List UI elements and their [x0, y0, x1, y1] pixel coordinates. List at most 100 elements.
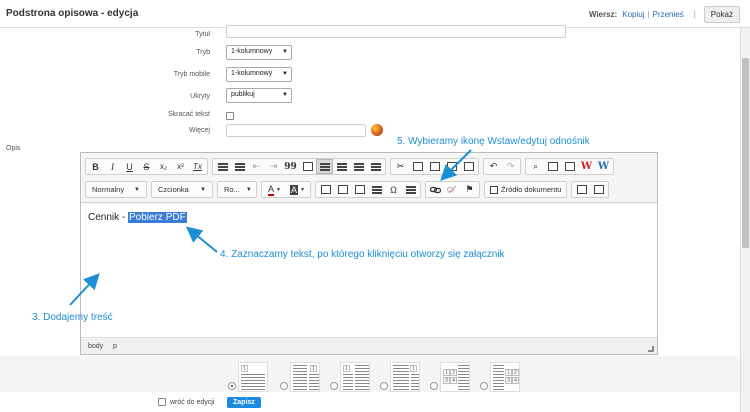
link-separator: | — [647, 10, 650, 19]
bulleted-list-icon[interactable] — [231, 159, 248, 174]
source-group: Źródło dokumentu — [484, 181, 568, 198]
blockquote-button[interactable]: 99 — [282, 159, 299, 174]
path-body[interactable]: body — [88, 343, 103, 350]
globe-icon[interactable] — [371, 124, 383, 136]
text-color-glyph: A — [268, 183, 275, 196]
layout-option-6[interactable]: 1 2 3 4 — [480, 362, 520, 392]
layout-num: 2 — [450, 369, 457, 376]
layout-option-3[interactable]: 1 — [330, 362, 370, 392]
path-p[interactable]: p — [113, 343, 117, 350]
word-blue-icon[interactable]: W — [595, 159, 612, 174]
form-footer: wróć do edycji Zapisz — [0, 394, 740, 412]
page-break-icon[interactable] — [402, 182, 419, 197]
layout-radio-6[interactable] — [480, 382, 488, 390]
undo-icon[interactable]: ↶ — [485, 159, 502, 174]
paste-icon[interactable] — [426, 159, 443, 174]
word-blue-glyph: W — [597, 161, 610, 172]
format-combo[interactable]: Normalny ▼ — [85, 181, 147, 198]
horizontal-rule-icon[interactable] — [368, 182, 385, 197]
replace-icon[interactable] — [544, 159, 561, 174]
templates-icon[interactable] — [590, 182, 607, 197]
flash-icon[interactable] — [334, 182, 351, 197]
align-center-icon[interactable] — [333, 159, 350, 174]
layout-option-1[interactable]: 1 — [228, 362, 268, 392]
align-left-icon[interactable] — [316, 159, 333, 174]
bold-button[interactable]: B — [87, 159, 104, 174]
back-to-edit-label: wróć do edycji — [170, 399, 215, 406]
layout-thumb-6[interactable]: 1 2 3 4 — [490, 362, 520, 392]
font-combo[interactable]: Czcionka ▼ — [151, 181, 213, 198]
shorten-checkbox[interactable] — [226, 112, 234, 120]
word-red-icon[interactable]: W — [578, 159, 595, 174]
mode-select[interactable]: 1-kolumnowy ▼ — [226, 45, 292, 60]
bg-color-button[interactable]: A ▼ — [286, 182, 309, 197]
italic-button[interactable]: I — [104, 159, 121, 174]
layout-thumb-3[interactable]: 1 — [340, 362, 370, 392]
scrollbar-thumb[interactable] — [742, 58, 749, 248]
layout-stripes — [293, 365, 307, 391]
selected-text[interactable]: Pobierz PDF — [128, 212, 187, 223]
indent-icon[interactable]: ⇥ — [265, 159, 282, 174]
div-container-icon[interactable] — [299, 159, 316, 174]
table-icon[interactable] — [351, 182, 368, 197]
format-combo-value: Normalny — [92, 185, 125, 194]
hidden-select[interactable]: publikuj ▼ — [226, 88, 292, 103]
layout-num: 4 — [450, 377, 457, 384]
layout-stripes — [411, 374, 419, 391]
layout-num: 4 — [512, 377, 519, 384]
resize-handle-icon[interactable] — [648, 346, 654, 352]
special-char-icon[interactable]: Ω — [385, 182, 402, 197]
layout-option-4[interactable]: 1 — [380, 362, 420, 392]
subscript-button[interactable]: x₂ — [155, 159, 172, 174]
redo-icon[interactable]: ↷ — [502, 159, 519, 174]
layout-radio-2[interactable] — [280, 382, 288, 390]
title-input[interactable] — [226, 25, 566, 38]
layout-num: 1 — [410, 365, 417, 372]
copy-link[interactable]: Kopiuj — [622, 10, 644, 19]
text-color-button[interactable]: A ▼ — [263, 182, 286, 197]
layout-thumb-5[interactable]: 1 2 3 4 — [440, 362, 470, 392]
paste-word-icon[interactable] — [460, 159, 477, 174]
preview-icon[interactable] — [573, 182, 590, 197]
layout-stripes — [241, 374, 265, 391]
layout-radio-4[interactable] — [380, 382, 388, 390]
layout-radio-1[interactable] — [228, 382, 236, 390]
find-icon[interactable]: ⌕ — [527, 159, 544, 174]
chevron-down-icon: ▼ — [245, 186, 252, 193]
source-icon — [490, 185, 498, 194]
superscript-button[interactable]: x² — [172, 159, 189, 174]
size-combo[interactable]: Ro... ▼ — [217, 181, 257, 198]
outdent-icon[interactable]: ⇤ — [248, 159, 265, 174]
page-scrollbar[interactable] — [740, 28, 750, 412]
layout-radio-5[interactable] — [430, 382, 438, 390]
anchor-flag-icon[interactable]: ⚑ — [461, 182, 478, 197]
underline-button[interactable]: U — [121, 159, 138, 174]
layout-thumb-4[interactable]: 1 — [390, 362, 420, 392]
layout-option-5[interactable]: 1 2 3 4 — [430, 362, 470, 392]
unlink-icon[interactable] — [444, 182, 461, 197]
show-button[interactable]: Pokaż — [703, 6, 740, 23]
numbered-list-icon[interactable] — [214, 159, 231, 174]
editor-paragraph[interactable]: Cennik - Pobierz PDF — [88, 212, 187, 223]
save-button[interactable]: Zapisz — [227, 397, 261, 408]
layout-radio-3[interactable] — [330, 382, 338, 390]
more-input[interactable] — [226, 124, 366, 137]
back-to-edit-checkbox[interactable] — [158, 398, 166, 406]
paste-text-icon[interactable] — [443, 159, 460, 174]
align-right-icon[interactable] — [350, 159, 367, 174]
clear-format-button[interactable]: Tx — [189, 159, 206, 174]
strike-button[interactable]: S — [138, 159, 155, 174]
layout-option-2[interactable]: 1 — [280, 362, 320, 392]
copy-icon[interactable] — [409, 159, 426, 174]
spellcheck-icon[interactable] — [561, 159, 578, 174]
editor-content[interactable]: Cennik - Pobierz PDF — [81, 204, 657, 337]
link-icon[interactable] — [427, 182, 444, 197]
cut-icon[interactable]: ✂ — [392, 159, 409, 174]
layout-thumb-2[interactable]: 1 — [290, 362, 320, 392]
move-link[interactable]: Przenieś — [653, 10, 684, 19]
source-button[interactable]: Źródło dokumentu — [486, 182, 565, 197]
align-justify-icon[interactable] — [367, 159, 384, 174]
layout-thumb-1[interactable]: 1 — [238, 362, 268, 392]
mode-mobile-select[interactable]: 1-kolumnowy ▼ — [226, 67, 292, 82]
image-icon[interactable] — [317, 182, 334, 197]
